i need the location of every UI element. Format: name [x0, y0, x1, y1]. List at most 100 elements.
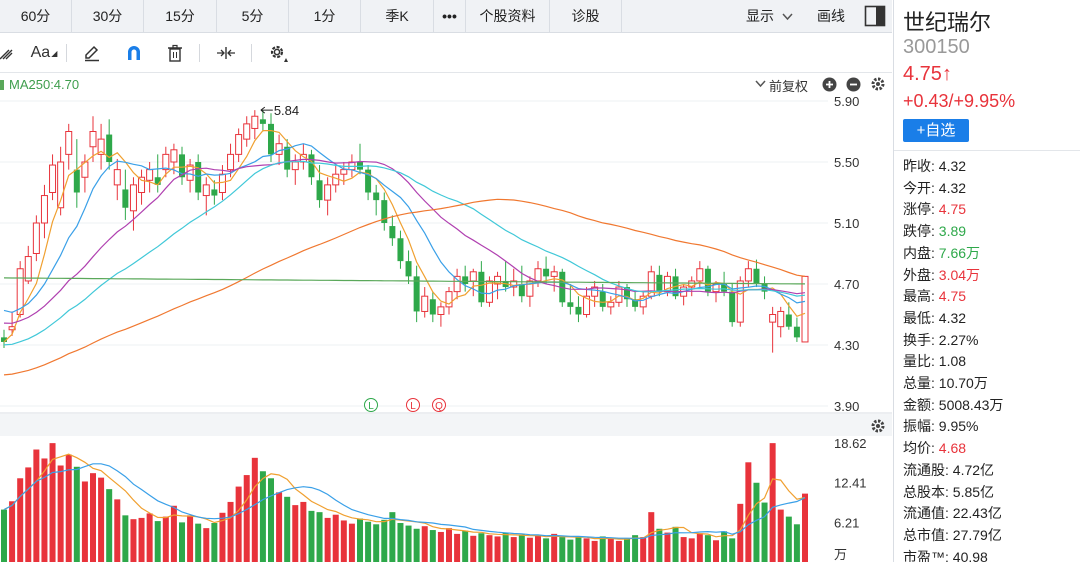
volume-bar [179, 522, 185, 562]
tab-1min[interactable]: 1分 [289, 0, 361, 33]
tab-diagnosis[interactable]: 诊股 [550, 0, 622, 33]
text-tool-icon[interactable]: Aa ◢ [27, 39, 61, 67]
stat-value: 2.27% [934, 331, 979, 348]
display-dropdown[interactable]: 显示 [746, 0, 793, 33]
candle-body [227, 153, 235, 171]
stat-label: 内盘: [903, 244, 935, 261]
pencil-icon[interactable] [78, 39, 106, 67]
magnet-icon[interactable] [120, 39, 148, 67]
candle-body [437, 306, 445, 315]
volume-bar [648, 512, 655, 562]
add-watchlist-button[interactable]: +自选 [903, 119, 969, 142]
ma20-line [3, 158, 806, 324]
volume-tick-label: 万 [834, 547, 847, 562]
volume-bar [251, 457, 258, 562]
tab-60min[interactable]: 60分 [0, 0, 72, 33]
volume-bar [802, 493, 808, 562]
volume-bar [421, 526, 428, 562]
volume-bar [769, 443, 776, 562]
volume-bar [211, 523, 218, 562]
volume-bar [300, 501, 307, 562]
tab-quarter-k[interactable]: 季K [361, 0, 434, 33]
stat-label: 总股本: [903, 483, 949, 500]
candle-body [421, 295, 429, 312]
volume-bar [81, 481, 88, 562]
tab-stock-profile[interactable]: 个股资料 [466, 0, 550, 33]
candle-body [211, 189, 218, 196]
volume-bar [114, 499, 121, 562]
more-tabs-button[interactable]: ••• [434, 0, 466, 33]
volume-bar [90, 473, 96, 562]
ma30-line [3, 160, 806, 346]
signal-marker-label: L [410, 401, 416, 412]
volume-bar [57, 465, 64, 562]
stat-value: 4.68 [934, 440, 967, 457]
candle-body [729, 291, 736, 323]
draw-line-button[interactable]: 画线 [817, 0, 845, 33]
tab-30min[interactable]: 30分 [72, 0, 144, 33]
candle-body [308, 154, 315, 178]
candle-body [753, 268, 760, 284]
candle-body [235, 134, 243, 155]
candle-body [170, 149, 178, 163]
stat-value: 4.75 [934, 288, 967, 305]
tab-15min[interactable]: 15分 [144, 0, 217, 33]
price-tick-label: 4.70 [834, 277, 859, 292]
chart-markers: 5.84 L L Q [260, 103, 885, 433]
candle-body [696, 268, 704, 282]
volume-bar [777, 509, 784, 562]
chart-settings-icon[interactable] [870, 76, 886, 97]
kline-chart[interactable]: 5.90 5.50 5.10 4.70 4.30 3.90 5.84 L L Q 18.62 12… [0, 95, 892, 562]
toolbar-divider [199, 44, 200, 62]
stat-row: 振幅: 9.95% [903, 416, 978, 437]
candle-body [243, 123, 251, 140]
volume-bar [437, 531, 444, 562]
candle-body [405, 261, 412, 277]
stat-value: 5008.43万 [934, 396, 1004, 413]
candle-body [113, 169, 121, 186]
volume-bar [146, 513, 153, 562]
chevron-down-icon[interactable] [755, 77, 766, 96]
volume-bar [259, 471, 266, 562]
line-tool-icon[interactable] [0, 39, 20, 67]
volume-bar [235, 486, 242, 562]
candle-body [429, 299, 436, 315]
volume-bar [381, 519, 388, 562]
stat-value: 22.43亿 [948, 505, 1002, 522]
panel-toggle-icon[interactable] [864, 5, 886, 29]
volume-bar [397, 523, 404, 562]
volume-bar [454, 533, 461, 562]
trash-icon[interactable] [161, 39, 189, 67]
tab-5min[interactable]: 5分 [217, 0, 289, 33]
candle-body [73, 169, 80, 193]
candle-body [340, 169, 348, 175]
candle-body [129, 184, 137, 212]
zoom-out-icon[interactable] [846, 77, 861, 97]
fit-width-icon[interactable] [212, 39, 240, 67]
candle-body [291, 161, 299, 171]
volume-bar [308, 510, 315, 562]
candle-body [543, 268, 550, 277]
volume-bar [575, 537, 582, 562]
adjust-mode-dropdown[interactable]: 前复权 [769, 76, 808, 95]
zoom-in-icon[interactable] [822, 77, 837, 97]
stat-label: 换手: [903, 331, 935, 348]
volume-bar [478, 533, 485, 562]
candle-body [24, 256, 32, 282]
settings-gear-icon[interactable] [264, 39, 292, 67]
toolbar-divider [66, 44, 67, 62]
volume-header [0, 414, 892, 436]
stat-label: 金额: [903, 396, 935, 413]
chevron-down-icon [782, 0, 793, 33]
volume-bar [583, 538, 590, 562]
stat-value: 4.75 [934, 201, 967, 218]
volume-bar [17, 478, 24, 562]
stat-value: 4.32 [934, 179, 967, 196]
stat-value: 4.32 [934, 158, 967, 174]
stat-row: 换手: 2.27% [903, 330, 978, 351]
volume-tick-label: 12.41 [834, 476, 867, 491]
stat-row: 流通值: 22.43亿 [903, 503, 1002, 524]
volume-bar [729, 538, 736, 562]
candle-body [259, 119, 266, 124]
stat-label: 跌停: [903, 223, 935, 240]
